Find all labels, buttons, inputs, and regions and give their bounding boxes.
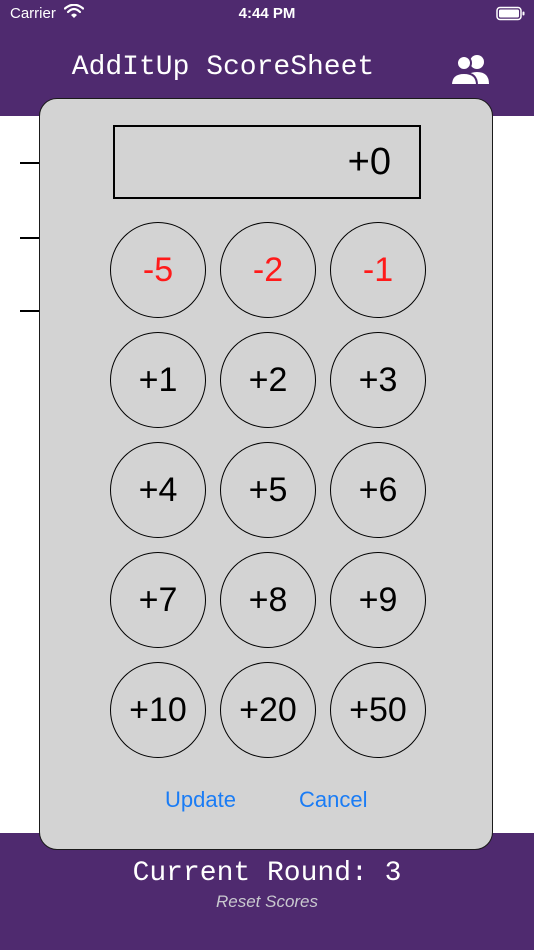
key-plus-7[interactable]: +7 — [110, 552, 206, 648]
key-plus-1[interactable]: +1 — [110, 332, 206, 428]
key-plus-2[interactable]: +2 — [220, 332, 316, 428]
key-plus-9[interactable]: +9 — [330, 552, 426, 648]
key-minus-2[interactable]: -2 — [220, 222, 316, 318]
key-minus-1[interactable]: -1 — [330, 222, 426, 318]
current-round-label: Current Round: 3 — [132, 858, 402, 889]
key-plus-3[interactable]: +3 — [330, 332, 426, 428]
score-entry-dialog: +0 -5 -2 -1 +1 +2 +3 +4 +5 +6 +7 +8 +9 +… — [39, 98, 493, 850]
key-plus-8[interactable]: +8 — [220, 552, 316, 648]
status-bar: Carrier 4:44 PM — [0, 0, 534, 30]
key-plus-50[interactable]: +50 — [330, 662, 426, 758]
cancel-button[interactable]: Cancel — [299, 787, 367, 813]
key-plus-6[interactable]: +6 — [330, 442, 426, 538]
people-icon[interactable] — [446, 52, 496, 97]
key-plus-5[interactable]: +5 — [220, 442, 316, 538]
key-plus-10[interactable]: +10 — [110, 662, 206, 758]
key-plus-4[interactable]: +4 — [110, 442, 206, 538]
app-title: AddItUp ScoreSheet — [71, 52, 375, 83]
score-display: +0 — [113, 125, 421, 199]
reset-scores-button[interactable]: Reset Scores — [0, 892, 534, 912]
battery-icon — [496, 6, 526, 26]
key-plus-20[interactable]: +20 — [220, 662, 316, 758]
update-button[interactable]: Update — [165, 787, 236, 813]
key-minus-5[interactable]: -5 — [110, 222, 206, 318]
score-keypad: -5 -2 -1 +1 +2 +3 +4 +5 +6 +7 +8 +9 +10 … — [110, 222, 426, 758]
clock: 4:44 PM — [238, 5, 296, 22]
